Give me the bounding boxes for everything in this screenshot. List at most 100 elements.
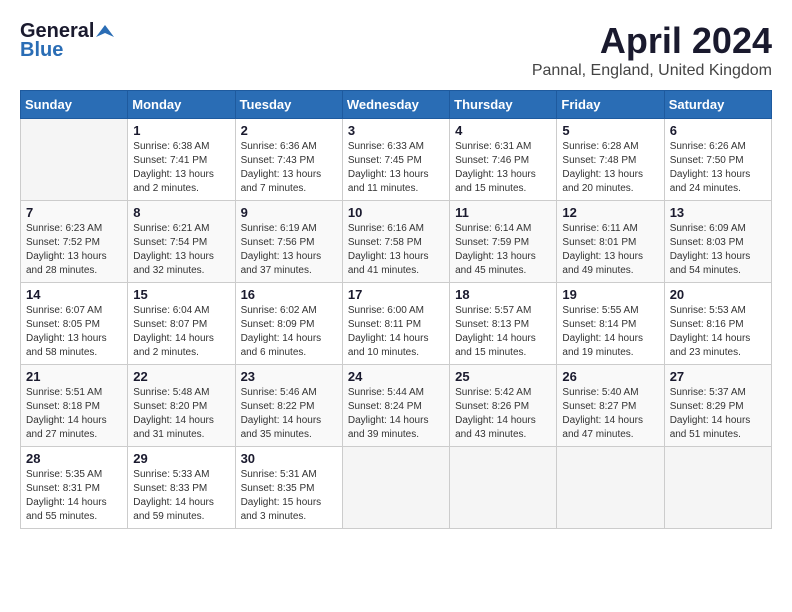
weekday-header: Thursday: [450, 91, 557, 119]
day-info: Sunrise: 5:42 AMSunset: 8:26 PMDaylight:…: [455, 386, 551, 442]
day-info: Sunrise: 6:14 AMSunset: 7:59 PMDaylight:…: [455, 222, 551, 278]
day-number: 17: [348, 287, 444, 302]
location: Pannal, England, United Kingdom: [532, 62, 772, 80]
calendar-day-cell: 5 Sunrise: 6:28 AMSunset: 7:48 PMDaylight…: [557, 119, 664, 201]
day-number: 5: [562, 123, 658, 138]
day-info: Sunrise: 5:48 AMSunset: 8:20 PMDaylight:…: [133, 386, 229, 442]
calendar-day-cell: 9 Sunrise: 6:19 AMSunset: 7:56 PMDaylight…: [235, 201, 342, 283]
calendar-day-cell: 7 Sunrise: 6:23 AMSunset: 7:52 PMDaylight…: [21, 201, 128, 283]
day-number: 29: [133, 451, 229, 466]
calendar-day-cell: 19 Sunrise: 5:55 AMSunset: 8:14 PMDayligh…: [557, 283, 664, 365]
day-info: Sunrise: 6:28 AMSunset: 7:48 PMDaylight:…: [562, 140, 658, 196]
calendar-day-cell: 28 Sunrise: 5:35 AMSunset: 8:31 PMDayligh…: [21, 447, 128, 529]
calendar-day-cell: 11Sunrise: 6:14 AMSunset: 7:59 PMDayligh…: [450, 201, 557, 283]
calendar-table: SundayMondayTuesdayWednesdayThursdayFrid…: [20, 90, 772, 529]
calendar-day-cell: 29 Sunrise: 5:33 AMSunset: 8:33 PMDayligh…: [128, 447, 235, 529]
page-header: General Blue April 2024 Pannal, England,…: [20, 20, 772, 80]
title-section: April 2024 Pannal, England, United Kingd…: [532, 20, 772, 80]
weekday-header: Saturday: [664, 91, 771, 119]
day-number: 28: [26, 451, 122, 466]
day-number: 24: [348, 369, 444, 384]
calendar-day-cell: 13 Sunrise: 6:09 AMSunset: 8:03 PMDayligh…: [664, 201, 771, 283]
calendar-header-row: SundayMondayTuesdayWednesdayThursdayFrid…: [21, 91, 772, 119]
day-number: 19: [562, 287, 658, 302]
day-number: 16: [241, 287, 337, 302]
day-number: 20: [670, 287, 766, 302]
day-info: Sunrise: 5:33 AMSunset: 8:33 PMDaylight:…: [133, 468, 229, 524]
day-info: Sunrise: 6:04 AMSunset: 8:07 PMDaylight:…: [133, 304, 229, 360]
calendar-week-row: 21Sunrise: 5:51 AMSunset: 8:18 PMDayligh…: [21, 365, 772, 447]
calendar-day-cell: 26Sunrise: 5:40 AMSunset: 8:27 PMDayligh…: [557, 365, 664, 447]
day-info: Sunrise: 5:51 AMSunset: 8:18 PMDaylight:…: [26, 386, 122, 442]
day-number: 26: [562, 369, 658, 384]
weekday-header: Tuesday: [235, 91, 342, 119]
day-number: 12: [562, 205, 658, 220]
logo: General Blue: [20, 20, 114, 62]
day-info: Sunrise: 6:11 AMSunset: 8:01 PMDaylight:…: [562, 222, 658, 278]
day-number: 15: [133, 287, 229, 302]
day-info: Sunrise: 6:19 AMSunset: 7:56 PMDaylight:…: [241, 222, 337, 278]
calendar-day-cell: 21Sunrise: 5:51 AMSunset: 8:18 PMDayligh…: [21, 365, 128, 447]
calendar-day-cell: 17 Sunrise: 6:00 AMSunset: 8:11 PMDayligh…: [342, 283, 449, 365]
month-title: April 2024: [532, 20, 772, 62]
day-info: Sunrise: 6:09 AMSunset: 8:03 PMDaylight:…: [670, 222, 766, 278]
day-info: Sunrise: 6:38 AMSunset: 7:41 PMDaylight:…: [133, 140, 229, 196]
day-info: Sunrise: 5:35 AMSunset: 8:31 PMDaylight:…: [26, 468, 122, 524]
day-number: 14: [26, 287, 122, 302]
logo-blue: Blue: [20, 39, 63, 62]
logo-bird-icon: [96, 23, 114, 41]
calendar-day-cell: 8Sunrise: 6:21 AMSunset: 7:54 PMDaylight…: [128, 201, 235, 283]
calendar-day-cell: 3 Sunrise: 6:33 AMSunset: 7:45 PMDaylight…: [342, 119, 449, 201]
day-number: 13: [670, 205, 766, 220]
calendar-day-cell: 14 Sunrise: 6:07 AMSunset: 8:05 PMDayligh…: [21, 283, 128, 365]
calendar-day-cell: 30 Sunrise: 5:31 AMSunset: 8:35 PMDayligh…: [235, 447, 342, 529]
weekday-header: Friday: [557, 91, 664, 119]
day-info: Sunrise: 5:31 AMSunset: 8:35 PMDaylight:…: [241, 468, 337, 524]
day-info: Sunrise: 5:55 AMSunset: 8:14 PMDaylight:…: [562, 304, 658, 360]
calendar-day-cell: 23 Sunrise: 5:46 AMSunset: 8:22 PMDayligh…: [235, 365, 342, 447]
day-number: 3: [348, 123, 444, 138]
day-info: Sunrise: 6:23 AMSunset: 7:52 PMDaylight:…: [26, 222, 122, 278]
day-number: 7: [26, 205, 122, 220]
day-number: 23: [241, 369, 337, 384]
day-number: 4: [455, 123, 551, 138]
calendar-day-cell: 12 Sunrise: 6:11 AMSunset: 8:01 PMDayligh…: [557, 201, 664, 283]
day-info: Sunrise: 5:57 AMSunset: 8:13 PMDaylight:…: [455, 304, 551, 360]
weekday-header: Sunday: [21, 91, 128, 119]
calendar-day-cell: [664, 447, 771, 529]
day-number: 30: [241, 451, 337, 466]
day-info: Sunrise: 6:36 AMSunset: 7:43 PMDaylight:…: [241, 140, 337, 196]
day-number: 25: [455, 369, 551, 384]
day-info: Sunrise: 6:00 AMSunset: 8:11 PMDaylight:…: [348, 304, 444, 360]
calendar-day-cell: 15 Sunrise: 6:04 AMSunset: 8:07 PMDayligh…: [128, 283, 235, 365]
day-number: 8: [133, 205, 229, 220]
weekday-header: Wednesday: [342, 91, 449, 119]
day-info: Sunrise: 5:37 AMSunset: 8:29 PMDaylight:…: [670, 386, 766, 442]
calendar-day-cell: 16 Sunrise: 6:02 AMSunset: 8:09 PMDayligh…: [235, 283, 342, 365]
calendar-day-cell: 2Sunrise: 6:36 AMSunset: 7:43 PMDaylight…: [235, 119, 342, 201]
day-info: Sunrise: 6:02 AMSunset: 8:09 PMDaylight:…: [241, 304, 337, 360]
calendar-day-cell: 25 Sunrise: 5:42 AMSunset: 8:26 PMDayligh…: [450, 365, 557, 447]
weekday-header: Monday: [128, 91, 235, 119]
day-info: Sunrise: 5:46 AMSunset: 8:22 PMDaylight:…: [241, 386, 337, 442]
day-number: 22: [133, 369, 229, 384]
day-info: Sunrise: 6:26 AMSunset: 7:50 PMDaylight:…: [670, 140, 766, 196]
calendar-day-cell: 22 Sunrise: 5:48 AMSunset: 8:20 PMDayligh…: [128, 365, 235, 447]
calendar-week-row: 1Sunrise: 6:38 AMSunset: 7:41 PMDaylight…: [21, 119, 772, 201]
day-number: 6: [670, 123, 766, 138]
calendar-day-cell: 20Sunrise: 5:53 AMSunset: 8:16 PMDayligh…: [664, 283, 771, 365]
day-number: 9: [241, 205, 337, 220]
day-number: 27: [670, 369, 766, 384]
calendar-week-row: 14 Sunrise: 6:07 AMSunset: 8:05 PMDayligh…: [21, 283, 772, 365]
calendar-day-cell: 24Sunrise: 5:44 AMSunset: 8:24 PMDayligh…: [342, 365, 449, 447]
calendar-day-cell: 1Sunrise: 6:38 AMSunset: 7:41 PMDaylight…: [128, 119, 235, 201]
day-info: Sunrise: 6:33 AMSunset: 7:45 PMDaylight:…: [348, 140, 444, 196]
calendar-day-cell: [557, 447, 664, 529]
day-info: Sunrise: 6:07 AMSunset: 8:05 PMDaylight:…: [26, 304, 122, 360]
calendar-day-cell: 10Sunrise: 6:16 AMSunset: 7:58 PMDayligh…: [342, 201, 449, 283]
calendar-day-cell: 18Sunrise: 5:57 AMSunset: 8:13 PMDayligh…: [450, 283, 557, 365]
calendar-day-cell: [450, 447, 557, 529]
calendar-day-cell: 27 Sunrise: 5:37 AMSunset: 8:29 PMDayligh…: [664, 365, 771, 447]
calendar-day-cell: 6 Sunrise: 6:26 AMSunset: 7:50 PMDaylight…: [664, 119, 771, 201]
calendar-day-cell: [21, 119, 128, 201]
